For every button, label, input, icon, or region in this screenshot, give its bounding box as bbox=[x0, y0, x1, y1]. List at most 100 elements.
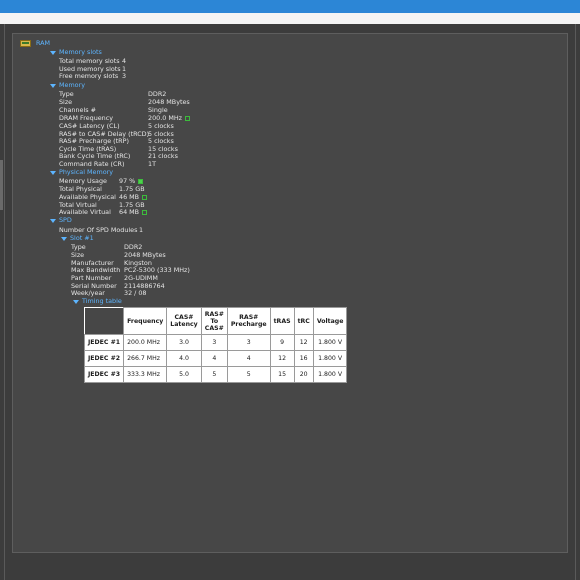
row-label: DRAM Frequency bbox=[59, 114, 114, 122]
row-value: 1T bbox=[148, 160, 156, 168]
row-label: Part Number bbox=[71, 274, 112, 282]
row-value: 2048 MBytes bbox=[148, 98, 190, 106]
column-header: tRAS bbox=[269, 307, 295, 335]
table-cell: 1.800 V bbox=[312, 366, 348, 383]
row-label: Available Virtual bbox=[59, 208, 111, 216]
table-cell: 20 bbox=[293, 366, 314, 383]
tree-node-spd-label: SPD bbox=[59, 216, 72, 224]
table-cell: 16 bbox=[293, 350, 314, 367]
table-cell: 5 bbox=[226, 366, 271, 383]
available-physical-value: 46 MB bbox=[119, 193, 140, 201]
row-label: Available Physical bbox=[59, 193, 116, 201]
tree-node-physical-memory-label: Physical Memory bbox=[59, 168, 114, 176]
table-header-row: Frequency CAS# Latency RAS# To CAS# RAS#… bbox=[84, 307, 348, 335]
tree-node-timing-table-label: Timing table bbox=[82, 297, 122, 305]
window-title-bar bbox=[0, 0, 580, 13]
memory-usage-value: 97 % bbox=[119, 177, 136, 185]
row-value: DDR2 bbox=[124, 243, 143, 251]
row-header: JEDEC #2 bbox=[83, 350, 125, 367]
tree-node-ram-label: RAM bbox=[36, 39, 51, 47]
table-cell: 4 bbox=[200, 350, 228, 367]
table-corner bbox=[84, 307, 124, 335]
expand-triangle-icon bbox=[50, 218, 56, 223]
row-value: 32 / 08 bbox=[124, 289, 147, 297]
row-value-with-indicator: 200.0 MHz bbox=[148, 114, 191, 122]
available-virtual-indicator-icon bbox=[142, 209, 148, 215]
table-cell: 5.0 bbox=[166, 366, 202, 383]
row-value: Single bbox=[148, 106, 168, 114]
table-cell: 12 bbox=[269, 350, 295, 367]
row-label: Total Physical bbox=[59, 185, 102, 193]
memory-usage-indicator-icon bbox=[138, 178, 144, 184]
table-cell: 15 bbox=[269, 366, 295, 383]
ram-icon bbox=[20, 40, 31, 47]
table-cell: 3 bbox=[226, 334, 271, 351]
table-cell: 5 bbox=[200, 366, 228, 383]
row-value: 5 clocks bbox=[148, 122, 174, 130]
column-header: RAS# To CAS# bbox=[200, 307, 228, 335]
expand-triangle-icon bbox=[50, 83, 56, 88]
tree-node-physical-memory[interactable]: Physical Memory bbox=[50, 168, 113, 177]
tree-node-spd[interactable]: SPD bbox=[50, 216, 72, 225]
table-row: JEDEC #3 333.3 MHz 5.0 5 5 15 20 1.800 V bbox=[83, 366, 348, 383]
table-cell: 200.0 MHz bbox=[123, 334, 168, 351]
row-label: Bank Cycle Time (tRC) bbox=[59, 152, 131, 160]
column-header: RAS# Precharge bbox=[226, 307, 271, 335]
table-cell: 1.800 V bbox=[312, 350, 348, 367]
table-cell: 12 bbox=[293, 334, 314, 351]
row-label: Total memory slots bbox=[59, 57, 120, 65]
row-value: 21 clocks bbox=[148, 152, 178, 160]
expand-triangle-icon bbox=[50, 170, 56, 175]
row-value: 3 bbox=[122, 72, 127, 80]
table-cell: 3 bbox=[200, 334, 228, 351]
available-physical-indicator-icon bbox=[142, 194, 148, 200]
row-label: Number Of SPD Modules bbox=[59, 226, 138, 234]
row-header: JEDEC #1 bbox=[83, 334, 125, 351]
expand-triangle-icon bbox=[61, 236, 67, 241]
expand-triangle-icon bbox=[73, 299, 79, 304]
row-value: 1.75 GB bbox=[119, 185, 145, 193]
row-label: Type bbox=[59, 90, 74, 98]
column-header: Frequency bbox=[123, 307, 168, 335]
row-label: Type bbox=[71, 243, 86, 251]
available-virtual-value: 64 MB bbox=[119, 208, 140, 216]
row-label: Channels # bbox=[59, 106, 96, 114]
tree-node-slot-1-label: Slot #1 bbox=[70, 234, 94, 242]
table-cell: 333.3 MHz bbox=[123, 366, 168, 383]
row-label: Free memory slots bbox=[59, 72, 119, 80]
row-value: PC2-5300 (333 MHz) bbox=[124, 266, 190, 274]
column-header: CAS# Latency bbox=[166, 307, 202, 335]
dram-frequency-value: 200.0 MHz bbox=[148, 114, 183, 122]
timing-table: Frequency CAS# Latency RAS# To CAS# RAS#… bbox=[83, 307, 348, 383]
table-row: JEDEC #1 200.0 MHz 3.0 3 3 9 12 1.800 V bbox=[83, 334, 348, 351]
left-edge bbox=[4, 24, 5, 580]
row-label: Week/year bbox=[71, 289, 105, 297]
row-value: 2G-UDIMM bbox=[124, 274, 158, 282]
tree-node-memory[interactable]: Memory bbox=[50, 81, 85, 90]
tree-node-slot-1[interactable]: Slot #1 bbox=[61, 234, 94, 243]
row-value: 1 bbox=[139, 226, 144, 234]
table-cell: 4.0 bbox=[166, 350, 202, 367]
tree-node-memory-slots[interactable]: Memory slots bbox=[50, 48, 102, 57]
table-cell: 3.0 bbox=[166, 334, 202, 351]
dram-frequency-indicator-icon bbox=[185, 115, 191, 121]
table-cell: 1.800 V bbox=[312, 334, 348, 351]
row-label: Size bbox=[59, 98, 73, 106]
tree-node-memory-slots-label: Memory slots bbox=[59, 48, 102, 56]
row-value: 5 clocks bbox=[148, 137, 174, 145]
right-edge bbox=[575, 24, 576, 580]
row-header: JEDEC #3 bbox=[83, 366, 125, 383]
table-cell: 266.7 MHz bbox=[123, 350, 168, 367]
column-header: Voltage bbox=[312, 307, 348, 335]
row-label: CAS# Latency (CL) bbox=[59, 122, 120, 130]
table-cell: 4 bbox=[226, 350, 271, 367]
left-scrollbar-thumb[interactable] bbox=[0, 160, 3, 210]
row-label: Max Bandwidth bbox=[71, 266, 121, 274]
expand-triangle-icon bbox=[50, 50, 56, 55]
tree-node-memory-label: Memory bbox=[59, 81, 85, 89]
tree-node-ram[interactable]: RAM bbox=[36, 39, 50, 48]
row-value-with-indicator: 97 % bbox=[119, 177, 144, 185]
row-label: RAS# Precharge (tRP) bbox=[59, 137, 129, 145]
tree-node-timing-table[interactable]: Timing table bbox=[73, 297, 122, 306]
row-label: Size bbox=[71, 251, 85, 259]
